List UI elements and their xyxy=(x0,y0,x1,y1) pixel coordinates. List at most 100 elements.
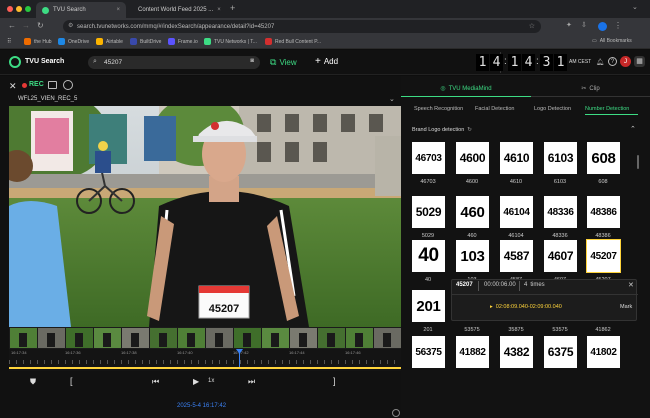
browser-tab-content-feed[interactable]: Content World Feed 2025 ... × xyxy=(128,2,226,18)
clock-digit: 3 xyxy=(540,54,553,71)
apps-grid-icon[interactable]: ⠿ xyxy=(7,38,11,45)
number-thumbnail[interactable]: 45207 xyxy=(586,239,621,273)
section-header: Brand Logo detection ↻ xyxy=(412,127,472,133)
film-icon[interactable] xyxy=(48,81,57,89)
close-player-icon[interactable]: ✕ xyxy=(9,81,17,92)
tvu-favicon-icon xyxy=(42,6,49,14)
close-icon[interactable]: × xyxy=(116,7,120,13)
number-thumbnail[interactable]: 40 xyxy=(412,240,445,272)
bookmark-airtable[interactable]: Airtable xyxy=(96,38,123,45)
profile-avatar[interactable] xyxy=(598,22,607,31)
number-thumbnail[interactable]: 6375 xyxy=(544,336,577,368)
tab-list-chevron-icon[interactable]: ⌄ xyxy=(632,3,638,11)
number-thumbnail[interactable]: 46104 xyxy=(500,196,533,228)
close-icon[interactable]: × xyxy=(217,7,221,13)
subtab-speech-recognition[interactable]: Speech Recognition xyxy=(414,106,463,112)
number-thumbnail[interactable]: 41802 xyxy=(587,336,620,368)
bookmark-star-icon[interactable]: ☆ xyxy=(529,22,535,30)
subtab-facial-detection[interactable]: Facial Detection xyxy=(475,106,514,112)
bookmark-red-bull[interactable]: Red Bull Content P... xyxy=(265,38,321,45)
tab-clip[interactable]: ✂ Clip xyxy=(531,81,650,97)
all-bookmarks[interactable]: ▭ All Bookmarks xyxy=(592,38,632,44)
reload-icon[interactable]: ↻ xyxy=(37,21,44,30)
thumbnail-figure xyxy=(299,333,307,347)
maximize-window-button[interactable] xyxy=(25,6,31,12)
thumbnail-figure xyxy=(243,333,251,347)
bookmark-the-hub[interactable]: the Hub xyxy=(24,38,52,45)
help-icon[interactable]: ? xyxy=(608,57,617,66)
number-thumbnail[interactable]: 103 xyxy=(456,240,489,272)
popup-close-icon[interactable]: ✕ xyxy=(628,281,634,289)
downloads-icon[interactable]: ⇩ xyxy=(581,21,587,29)
number-thumbnail[interactable]: 4607 xyxy=(544,240,577,272)
search-value: 45207 xyxy=(104,59,123,66)
tab-label: Content World Feed 2025 ... xyxy=(138,7,214,13)
video-frame[interactable]: 45207 xyxy=(9,106,401,327)
tab-label: TVU Search xyxy=(53,7,86,13)
address-bar[interactable]: ⚙ search.tvunetworks.com/mmq/#/indexSear… xyxy=(63,20,541,33)
back-arrow-icon[interactable]: ← xyxy=(8,21,16,30)
subtab-logo-detection[interactable]: Logo Detection xyxy=(534,106,571,112)
popup-separator xyxy=(452,294,638,295)
search-input[interactable]: ⌕ 45207 ◙ xyxy=(88,56,260,69)
bookmark-frameio[interactable]: Frame.io xyxy=(168,38,198,45)
number-thumbnail[interactable]: 56375 xyxy=(412,336,445,368)
mark-point-icon[interactable]: ⛊ xyxy=(30,377,36,387)
tab-tvu-mediamind[interactable]: ◎ TVU MediaMind xyxy=(401,81,531,97)
timeline-ruler[interactable]: 16:17:34 16:17:36 16:17:38 16:17:40 16:1… xyxy=(9,349,401,371)
browser-menu-icon[interactable]: ⋮ xyxy=(614,21,622,30)
view-button[interactable]: ⧉ View xyxy=(270,57,297,68)
target-icon[interactable] xyxy=(63,80,73,90)
number-thumbnail[interactable]: 608 xyxy=(587,142,620,174)
next-frame-icon[interactable]: ⏭︎ xyxy=(248,377,255,387)
number-caption: 4600 xyxy=(465,179,479,185)
thumbnail-figure xyxy=(187,333,195,347)
image-search-icon[interactable]: ◙ xyxy=(250,58,254,64)
number-thumbnail[interactable]: 6103 xyxy=(544,142,577,174)
number-thumbnail[interactable]: 4600 xyxy=(456,142,489,174)
thumbnail-filmstrip[interactable] xyxy=(9,327,401,349)
play-icon[interactable]: ▶ xyxy=(193,377,199,386)
minimize-window-button[interactable] xyxy=(16,6,22,12)
number-thumbnail[interactable]: 5029 xyxy=(412,196,445,228)
number-thumbnail[interactable]: 4382 xyxy=(500,336,533,368)
bookmark-builtdrive[interactable]: BuiltDrive xyxy=(130,38,161,45)
user-avatar[interactable]: J xyxy=(620,56,631,67)
number-thumbnail[interactable]: 4610 xyxy=(500,142,533,174)
mark-in-button[interactable]: [ xyxy=(70,376,73,386)
browser-tab-tvu-search[interactable]: TVU Search × xyxy=(36,2,126,18)
previous-frame-icon[interactable]: ⏮︎ xyxy=(152,377,159,387)
bookmark-onedrive[interactable]: OneDrive xyxy=(58,38,89,45)
number-thumbnail[interactable]: 4587 xyxy=(500,240,533,272)
frameio-favicon-icon xyxy=(168,38,175,45)
thumbnail-figure xyxy=(19,333,27,347)
new-tab-button[interactable]: + xyxy=(230,3,235,13)
number-thumbnail[interactable]: 48386 xyxy=(587,196,620,228)
tab-label: TVU MediaMind xyxy=(448,85,492,92)
mark-button[interactable]: Mark xyxy=(620,304,632,310)
number-thumbnail[interactable]: 46703 xyxy=(412,142,445,174)
settings-gear-icon[interactable] xyxy=(392,409,400,417)
popup-range-row[interactable]: ▸ 02:08:09.040-02:09:00.040 xyxy=(490,304,562,310)
subtab-number-detection[interactable]: Number Detection xyxy=(585,106,629,112)
close-window-button[interactable] xyxy=(7,6,13,12)
number-thumbnail[interactable]: 41882 xyxy=(456,336,489,368)
number-thumbnail[interactable]: 460 xyxy=(456,196,489,228)
timestamp: 16:17:44 xyxy=(289,350,305,355)
settings-icon[interactable]: ▦ xyxy=(634,56,645,67)
bookmark-tvu-networks[interactable]: TVU Networks | T... xyxy=(204,38,257,45)
play-range-icon: ▸ xyxy=(490,304,493,310)
extensions-icon[interactable]: ✦ xyxy=(566,21,572,29)
number-thumbnail[interactable]: 201 xyxy=(412,290,445,322)
number-thumbnail[interactable]: 48336 xyxy=(544,196,577,228)
site-info-icon[interactable]: ⚙ xyxy=(68,22,73,29)
speed-label[interactable]: 1x xyxy=(208,378,214,384)
add-button[interactable]: + Add xyxy=(315,56,338,66)
notifications-bell-icon[interactable]: 🔔︎ xyxy=(596,58,604,66)
collapse-section-icon[interactable]: ⌃ xyxy=(630,125,636,133)
popup-divider xyxy=(478,281,479,291)
collapse-chevron-icon[interactable]: ⌄ xyxy=(389,95,395,103)
mark-out-button[interactable]: ] xyxy=(333,376,336,386)
refresh-icon[interactable]: ↻ xyxy=(467,127,472,133)
forward-arrow-icon[interactable]: → xyxy=(22,21,30,30)
